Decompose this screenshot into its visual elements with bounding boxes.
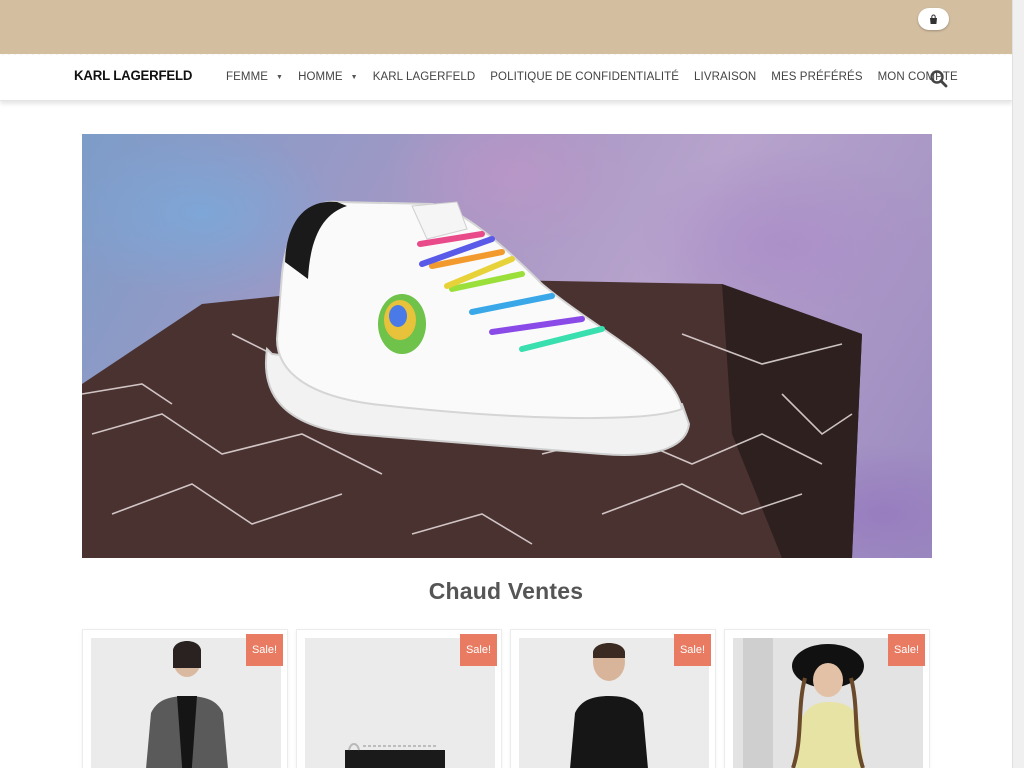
nav-item-label: FEMME <box>226 71 269 83</box>
product-card[interactable]: Sale! <box>510 629 716 768</box>
sale-badge: Sale! <box>674 634 711 666</box>
nav-item-label: HOMME <box>298 71 343 83</box>
nav-item-label: MES PRÉFÉRÉS <box>771 71 863 83</box>
nav-item-homme[interactable]: HOMME ▼ <box>298 71 358 83</box>
scrollbar-track[interactable] <box>1012 0 1024 768</box>
product-card[interactable]: Sale! <box>724 629 930 768</box>
section-title: Chaud Ventes <box>428 578 584 604</box>
main-navigation: KARL LAGERFELD FEMME ▼ HOMME ▼ KARL LAGE… <box>0 56 1012 101</box>
nav-item-favorites[interactable]: MES PRÉFÉRÉS <box>771 71 862 83</box>
brand-logo[interactable]: KARL LAGERFELD <box>74 68 192 83</box>
nav-item-privacy-policy[interactable]: POLITIQUE DE CONFIDENTIALITÉ <box>490 71 679 83</box>
product-grid: Sale! Sale! Sale! Sale! <box>82 629 932 768</box>
nav-item-femme[interactable]: FEMME ▼ <box>226 71 283 83</box>
sale-badge: Sale! <box>888 634 925 666</box>
sale-badge: Sale! <box>460 634 497 666</box>
nav-item-karl-lagerfeld[interactable]: KARL LAGERFELD <box>373 71 476 83</box>
top-bar <box>0 0 1012 54</box>
nav-item-label: LIVRAISON <box>694 71 757 83</box>
shopping-bag-icon <box>930 14 937 24</box>
product-card[interactable]: Sale! <box>296 629 502 768</box>
hero-banner[interactable] <box>82 134 932 558</box>
nav-item-label: KARL LAGERFELD <box>372 71 476 83</box>
search-icon <box>930 70 948 88</box>
hero-sneaker-image <box>82 200 862 558</box>
chevron-down-icon: ▼ <box>350 73 358 81</box>
cart-button[interactable] <box>918 8 949 30</box>
product-card[interactable]: Sale! <box>82 629 288 768</box>
nav-item-shipping[interactable]: LIVRAISON <box>694 71 756 83</box>
nav-item-label: POLITIQUE DE CONFIDENTIALITÉ <box>490 71 680 83</box>
nav-menu: FEMME ▼ HOMME ▼ KARL LAGERFELD POLITIQUE… <box>226 71 973 83</box>
chevron-down-icon: ▼ <box>276 73 284 81</box>
sale-badge: Sale! <box>246 634 283 666</box>
search-button[interactable] <box>929 69 949 89</box>
